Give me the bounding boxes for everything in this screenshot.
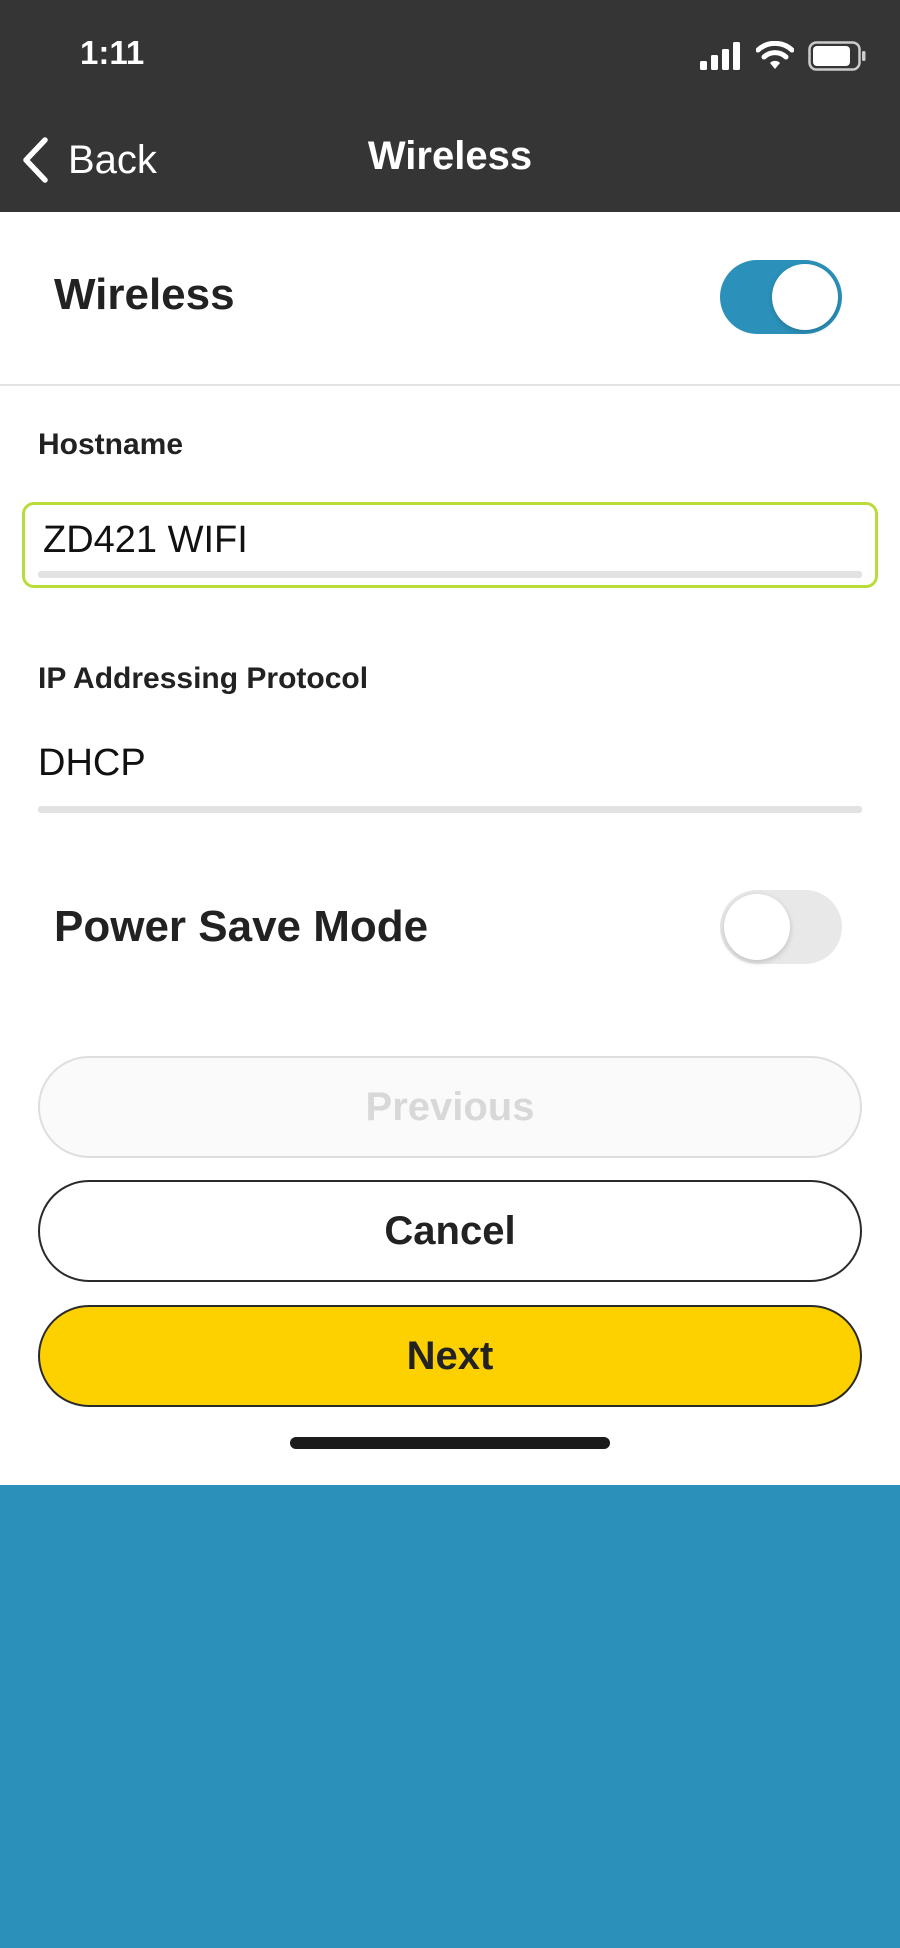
settings-form: Wireless Hostname ZD421 WIFI IP Addressi… <box>0 212 900 1485</box>
page-title: Wireless <box>367 134 533 178</box>
wifi-icon <box>756 41 794 69</box>
wireless-label: Wireless <box>54 270 235 319</box>
toggle-knob <box>772 264 838 330</box>
hostname-underline <box>38 571 862 578</box>
wireless-toggle[interactable] <box>720 260 842 334</box>
status-time: 1:11 <box>80 34 145 71</box>
cancel-button[interactable]: Cancel <box>38 1180 862 1282</box>
next-button[interactable]: Next <box>38 1305 862 1407</box>
wireless-row: Wireless <box>0 212 900 386</box>
ip-protocol-label: IP Addressing Protocol <box>38 662 369 695</box>
power-save-toggle[interactable] <box>720 890 842 964</box>
footer-panel <box>0 1437 900 1948</box>
cellular-signal-icon <box>700 42 740 70</box>
battery-icon <box>808 41 866 71</box>
status-icons <box>700 36 866 76</box>
header-bar: 1:11 Back Wireless <box>0 0 900 212</box>
power-save-label: Power Save Mode <box>54 902 429 951</box>
toggle-knob <box>724 894 790 960</box>
previous-button[interactable]: Previous <box>38 1056 862 1158</box>
hostname-value: ZD421 WIFI <box>43 519 248 561</box>
home-indicator <box>290 1437 610 1449</box>
ip-protocol-underline <box>38 806 862 813</box>
ip-protocol-value: DHCP <box>38 742 146 784</box>
hostname-input[interactable]: ZD421 WIFI <box>22 502 878 588</box>
hostname-label: Hostname <box>38 428 184 461</box>
ip-protocol-select[interactable]: DHCP <box>38 732 862 813</box>
